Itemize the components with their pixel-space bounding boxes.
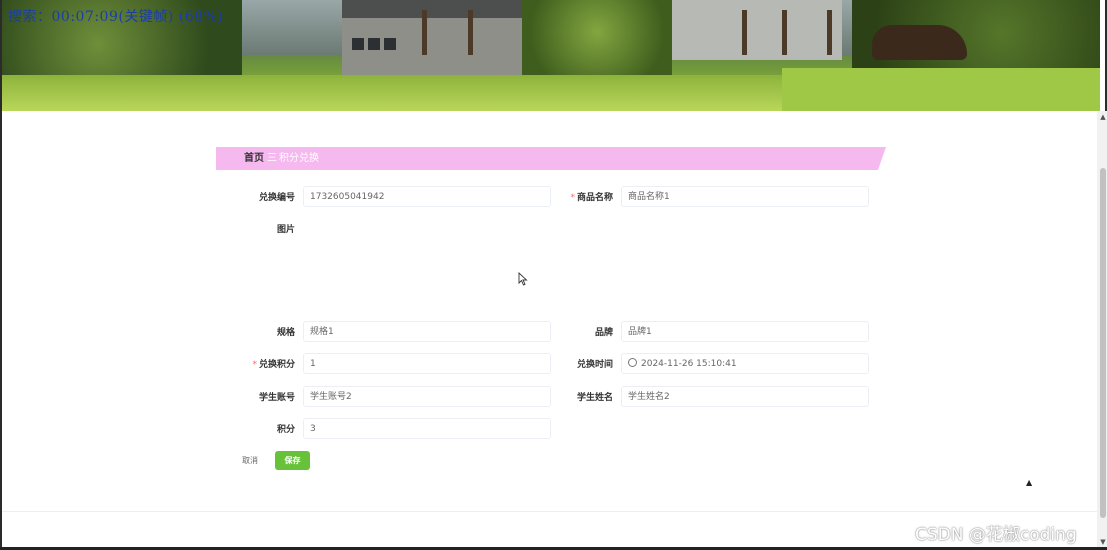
brand-label: 品牌 [594, 328, 613, 338]
video-search-overlay: 搜索：00:07:09(关键帧) (68%) [8, 9, 224, 25]
balance-label: 积分 [276, 425, 295, 435]
breadcrumb-home-link[interactable]: 首页 [244, 147, 264, 170]
scroll-down-arrow-icon[interactable]: ▼ [1099, 538, 1107, 546]
mouse-cursor-icon [518, 272, 528, 286]
points-field[interactable]: 1 [303, 353, 551, 374]
student-name-field[interactable]: 学生姓名2 [621, 386, 869, 407]
exchange-time-label: 兑换时间 [576, 360, 613, 370]
csdn-watermark: CSDN @花椒coding [915, 525, 1077, 545]
required-star: * [570, 193, 575, 203]
image-area [303, 222, 869, 314]
student-account-field[interactable]: 学生账号2 [303, 386, 551, 407]
save-button[interactable]: 保存 [275, 451, 310, 470]
exchange-time-field[interactable]: 2024-11-26 15:10:41 [621, 353, 869, 374]
exchange-time-value: 2024-11-26 15:10:41 [641, 359, 737, 369]
spec-field[interactable]: 规格1 [303, 321, 551, 342]
scroll-up-arrow-icon[interactable]: ▲ [1099, 113, 1107, 121]
breadcrumb-separator: 三 [267, 153, 277, 164]
product-name-label: * 商品名称 [570, 193, 613, 203]
required-star: * [252, 360, 257, 370]
spec-label: 规格 [276, 328, 295, 338]
brand-field[interactable]: 品牌1 [621, 321, 869, 342]
student-name-label: 学生姓名 [576, 393, 613, 403]
horse-figure [872, 25, 967, 60]
points-label: * 兑换积分 [252, 360, 295, 370]
breadcrumb: 首页 三 积分兑换 [216, 147, 886, 170]
back-to-top-icon[interactable]: ▲ [1026, 478, 1032, 487]
image-label: 图片 [276, 225, 295, 235]
student-account-label: 学生账号 [258, 393, 295, 403]
header-banner-image: 搜索：00:07:09(关键帧) (68%) [2, 0, 1100, 111]
product-name-field[interactable]: 商品名称1 [621, 186, 869, 207]
breadcrumb-current: 积分兑换 [279, 153, 319, 164]
exchange-no-field[interactable]: 1732605041942 [303, 186, 551, 207]
exchange-no-label: 兑换编号 [258, 193, 295, 203]
scrollbar-thumb[interactable] [1100, 168, 1106, 518]
balance-field[interactable]: 3 [303, 418, 551, 439]
clock-icon [628, 358, 637, 367]
cancel-button[interactable]: 取消 [233, 451, 267, 470]
footer-divider [2, 511, 1097, 512]
